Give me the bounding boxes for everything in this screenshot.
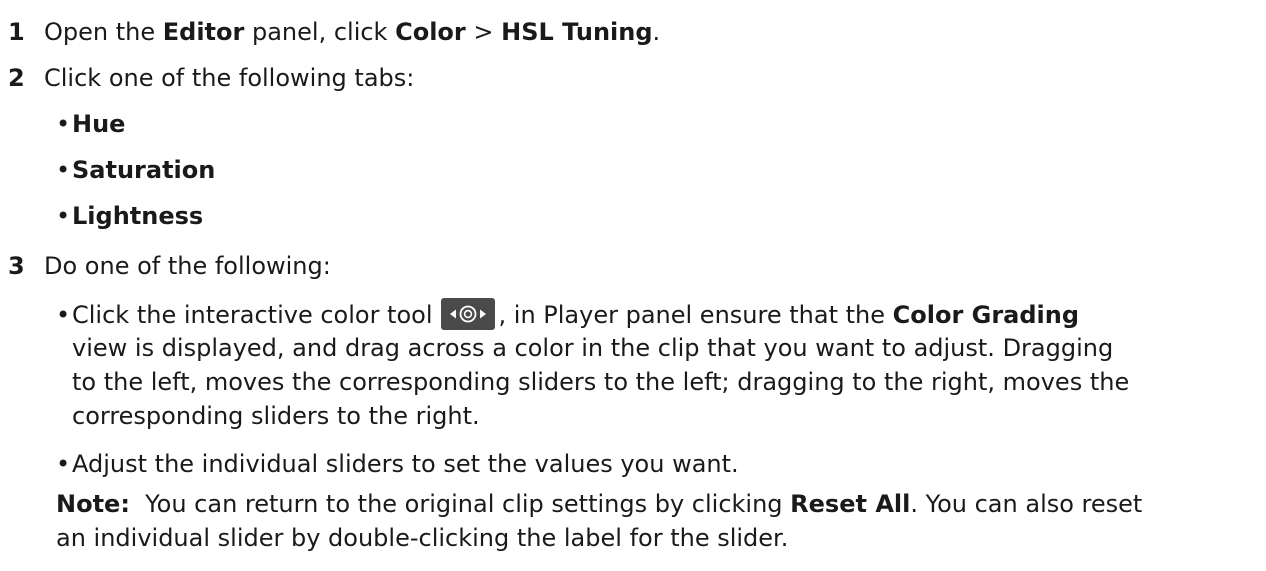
step-3: 3 Do one of the following: — [8, 252, 331, 280]
option-2: •Adjust the individual sliders to set th… — [56, 450, 739, 478]
color-grading-label: Color Grading — [892, 301, 1080, 329]
option-1-line-2: view is displayed, and drag across a col… — [72, 334, 1114, 362]
interactive-color-tool-icon — [440, 298, 495, 330]
step-1: 1 Open the Editor panel, click Color > HS… — [8, 18, 661, 46]
option-1-line-3: to the left, moves the corresponding sli… — [72, 368, 1130, 396]
editor-label: Editor — [162, 18, 245, 46]
tab-item-saturation: •Saturation — [56, 156, 216, 184]
reset-all-label: Reset All — [790, 490, 911, 518]
step-2: 2 Click one of the following tabs: — [8, 64, 415, 92]
color-label: Color — [395, 18, 466, 46]
step-number: 3 — [8, 252, 25, 280]
note-label: Note: — [56, 490, 130, 518]
tab-item-hue: •Hue — [56, 110, 126, 138]
step-number: 2 — [8, 64, 25, 92]
note-line-2: an individual slider by double-clicking … — [56, 524, 789, 552]
step-number: 1 — [8, 18, 25, 46]
tab-item-lightness: •Lightness — [56, 202, 204, 230]
option-1-line-1: •Click the interactive color tool , in P… — [56, 298, 1079, 331]
note-line-1: Note: You can return to the original cli… — [56, 490, 1143, 518]
option-1-line-4: corresponding sliders to the right. — [72, 402, 480, 430]
hsl-tuning-label: HSL Tuning — [501, 18, 653, 46]
